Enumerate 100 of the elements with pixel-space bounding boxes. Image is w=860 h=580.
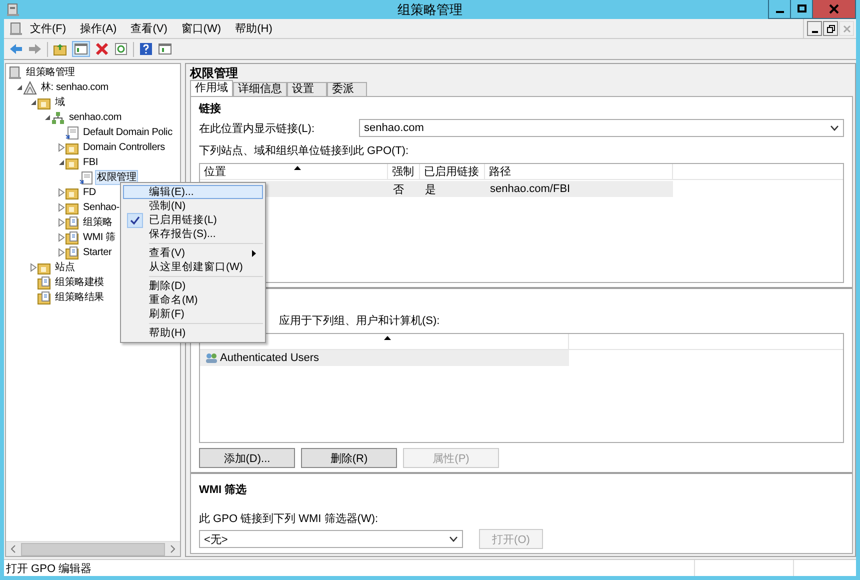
menu-item[interactable]: 强制(N) bbox=[123, 199, 263, 213]
tree-item[interactable]: FD bbox=[81, 185, 98, 200]
console-icon bbox=[8, 66, 22, 80]
tree-item[interactable]: senhao.com bbox=[67, 110, 124, 125]
collapsed-arrow-icon[interactable] bbox=[58, 188, 64, 197]
tree-item[interactable]: Domain Controllers bbox=[81, 140, 167, 155]
folder-up-icon[interactable] bbox=[53, 42, 67, 56]
pane-icon[interactable] bbox=[158, 42, 172, 56]
status-text: 打开 GPO 编辑器 bbox=[6, 562, 93, 576]
document-icon bbox=[37, 290, 51, 304]
collapsed-arrow-icon[interactable] bbox=[58, 233, 64, 242]
tree-item[interactable]: WMI 筛 bbox=[81, 230, 118, 245]
folder-icon bbox=[37, 260, 51, 274]
console-icon bbox=[6, 2, 20, 16]
tree-item[interactable]: 站点 bbox=[53, 260, 77, 275]
restore-button[interactable] bbox=[823, 21, 838, 36]
tree-item[interactable]: 权限管理 bbox=[95, 170, 138, 185]
column-header[interactable]: 位置 bbox=[200, 164, 388, 179]
field-label: 在此位置内显示链接(L): bbox=[199, 122, 316, 136]
help-icon[interactable] bbox=[139, 42, 153, 56]
column-header[interactable]: 强制 bbox=[388, 164, 420, 179]
menu-item[interactable]: 帮助(H) bbox=[123, 326, 263, 340]
menu-item[interactable]: 操作(A) bbox=[73, 21, 124, 36]
refresh-icon[interactable] bbox=[114, 42, 128, 56]
tab[interactable]: 详细信息 bbox=[233, 82, 287, 96]
document-icon bbox=[65, 216, 79, 230]
menu-item[interactable]: 帮助(H) bbox=[228, 21, 280, 36]
menu-item[interactable]: 窗口(W) bbox=[174, 21, 228, 36]
network-icon bbox=[51, 110, 65, 124]
sort-arrow-icon[interactable] bbox=[384, 336, 391, 340]
checkmark-icon bbox=[130, 216, 140, 224]
collapsed-arrow-icon[interactable] bbox=[30, 263, 36, 272]
menu-item[interactable]: 保存报告(S)... bbox=[123, 227, 263, 241]
tab[interactable]: 作用域 bbox=[190, 80, 233, 96]
collapsed-arrow-icon[interactable] bbox=[58, 218, 64, 227]
expanded-arrow-icon[interactable] bbox=[58, 159, 64, 166]
document-icon bbox=[65, 126, 79, 140]
tree-item[interactable]: 域 bbox=[53, 95, 67, 110]
folder-icon bbox=[65, 156, 79, 170]
menu-item[interactable]: 查看(V) bbox=[123, 246, 263, 260]
minimize-button[interactable] bbox=[807, 21, 822, 36]
folder-icon bbox=[65, 140, 79, 154]
menu-item[interactable]: 编辑(E)... bbox=[123, 185, 263, 199]
forward-icon[interactable] bbox=[28, 43, 42, 55]
triangle-icon bbox=[23, 80, 37, 94]
collapsed-arrow-icon[interactable] bbox=[58, 203, 64, 212]
folder-icon bbox=[65, 186, 79, 200]
sort-arrow-icon bbox=[294, 166, 300, 170]
action-button[interactable]: 添加(D)... bbox=[199, 448, 295, 468]
section-heading: 链接 bbox=[199, 102, 222, 116]
restore-icon bbox=[826, 24, 834, 32]
expanded-arrow-icon[interactable] bbox=[44, 114, 50, 121]
list-label: 下列站点、域和组织单位链接到此 GPO(T): bbox=[199, 144, 410, 158]
submenu-arrow-icon bbox=[252, 250, 256, 256]
document-icon bbox=[79, 170, 93, 184]
maximize-icon bbox=[796, 4, 806, 14]
expanded-arrow-icon[interactable] bbox=[16, 84, 22, 91]
tree-item[interactable]: 组策略管理 bbox=[24, 65, 78, 80]
column-header[interactable]: 已启用链接 bbox=[420, 164, 485, 179]
column-header[interactable]: 路径 bbox=[485, 164, 673, 179]
tree-item[interactable]: Senhao- bbox=[81, 200, 122, 215]
delete-icon[interactable] bbox=[95, 42, 109, 56]
tree-item[interactable]: Default Domain Polic bbox=[81, 125, 174, 140]
menu-item[interactable]: 从这里创建窗口(W) bbox=[123, 260, 263, 274]
tree-item[interactable]: 组策略结果 bbox=[53, 290, 106, 305]
collapsed-arrow-icon[interactable] bbox=[58, 143, 64, 152]
document-icon bbox=[37, 276, 51, 290]
action-button[interactable]: 删除(R) bbox=[301, 448, 397, 468]
users-icon bbox=[205, 352, 218, 364]
scroll-right-icon[interactable] bbox=[170, 545, 175, 553]
location-dropdown[interactable]: senhao.com bbox=[359, 119, 844, 137]
minimize-icon bbox=[812, 30, 818, 32]
expanded-arrow-icon[interactable] bbox=[30, 99, 36, 106]
tab[interactable]: 设置 bbox=[287, 82, 327, 96]
tree-item[interactable]: FBI bbox=[81, 155, 100, 170]
table-row[interactable]: Authenticated Users bbox=[200, 350, 569, 366]
tree-item[interactable]: Starter bbox=[81, 245, 114, 260]
horizontal-scrollbar[interactable] bbox=[6, 541, 180, 556]
window-title: 组策略管理 bbox=[398, 1, 462, 19]
menu-item[interactable]: 刷新(F) bbox=[123, 307, 263, 321]
tree-item[interactable]: 组策略建模 bbox=[53, 275, 106, 290]
menu-item[interactable]: 重命名(M) bbox=[123, 293, 263, 307]
folder-icon bbox=[37, 96, 51, 110]
back-icon[interactable] bbox=[9, 43, 23, 55]
pane-icon[interactable] bbox=[72, 41, 90, 57]
menu-item[interactable]: 查看(V) bbox=[124, 21, 174, 36]
field-label: 此 GPO 链接到下列 WMI 筛选器(W): bbox=[199, 512, 380, 526]
tree-item[interactable]: 组策略 bbox=[81, 215, 114, 230]
console-icon bbox=[9, 22, 23, 36]
tree-item[interactable]: 林: senhao.com bbox=[39, 80, 110, 95]
collapsed-arrow-icon[interactable] bbox=[58, 248, 64, 257]
menu-item[interactable]: 已启用链接(L) bbox=[123, 213, 263, 227]
table-cell-text: 是 bbox=[424, 182, 437, 196]
menu-item[interactable]: 删除(D) bbox=[123, 279, 263, 293]
menu-item[interactable]: 文件(F) bbox=[23, 21, 74, 36]
close-icon bbox=[829, 4, 839, 14]
scroll-left-icon[interactable] bbox=[11, 545, 16, 553]
wmi-filter-dropdown[interactable]: <无> bbox=[199, 530, 463, 548]
close-button[interactable] bbox=[813, 0, 856, 19]
tab[interactable]: 委派 bbox=[327, 82, 367, 96]
